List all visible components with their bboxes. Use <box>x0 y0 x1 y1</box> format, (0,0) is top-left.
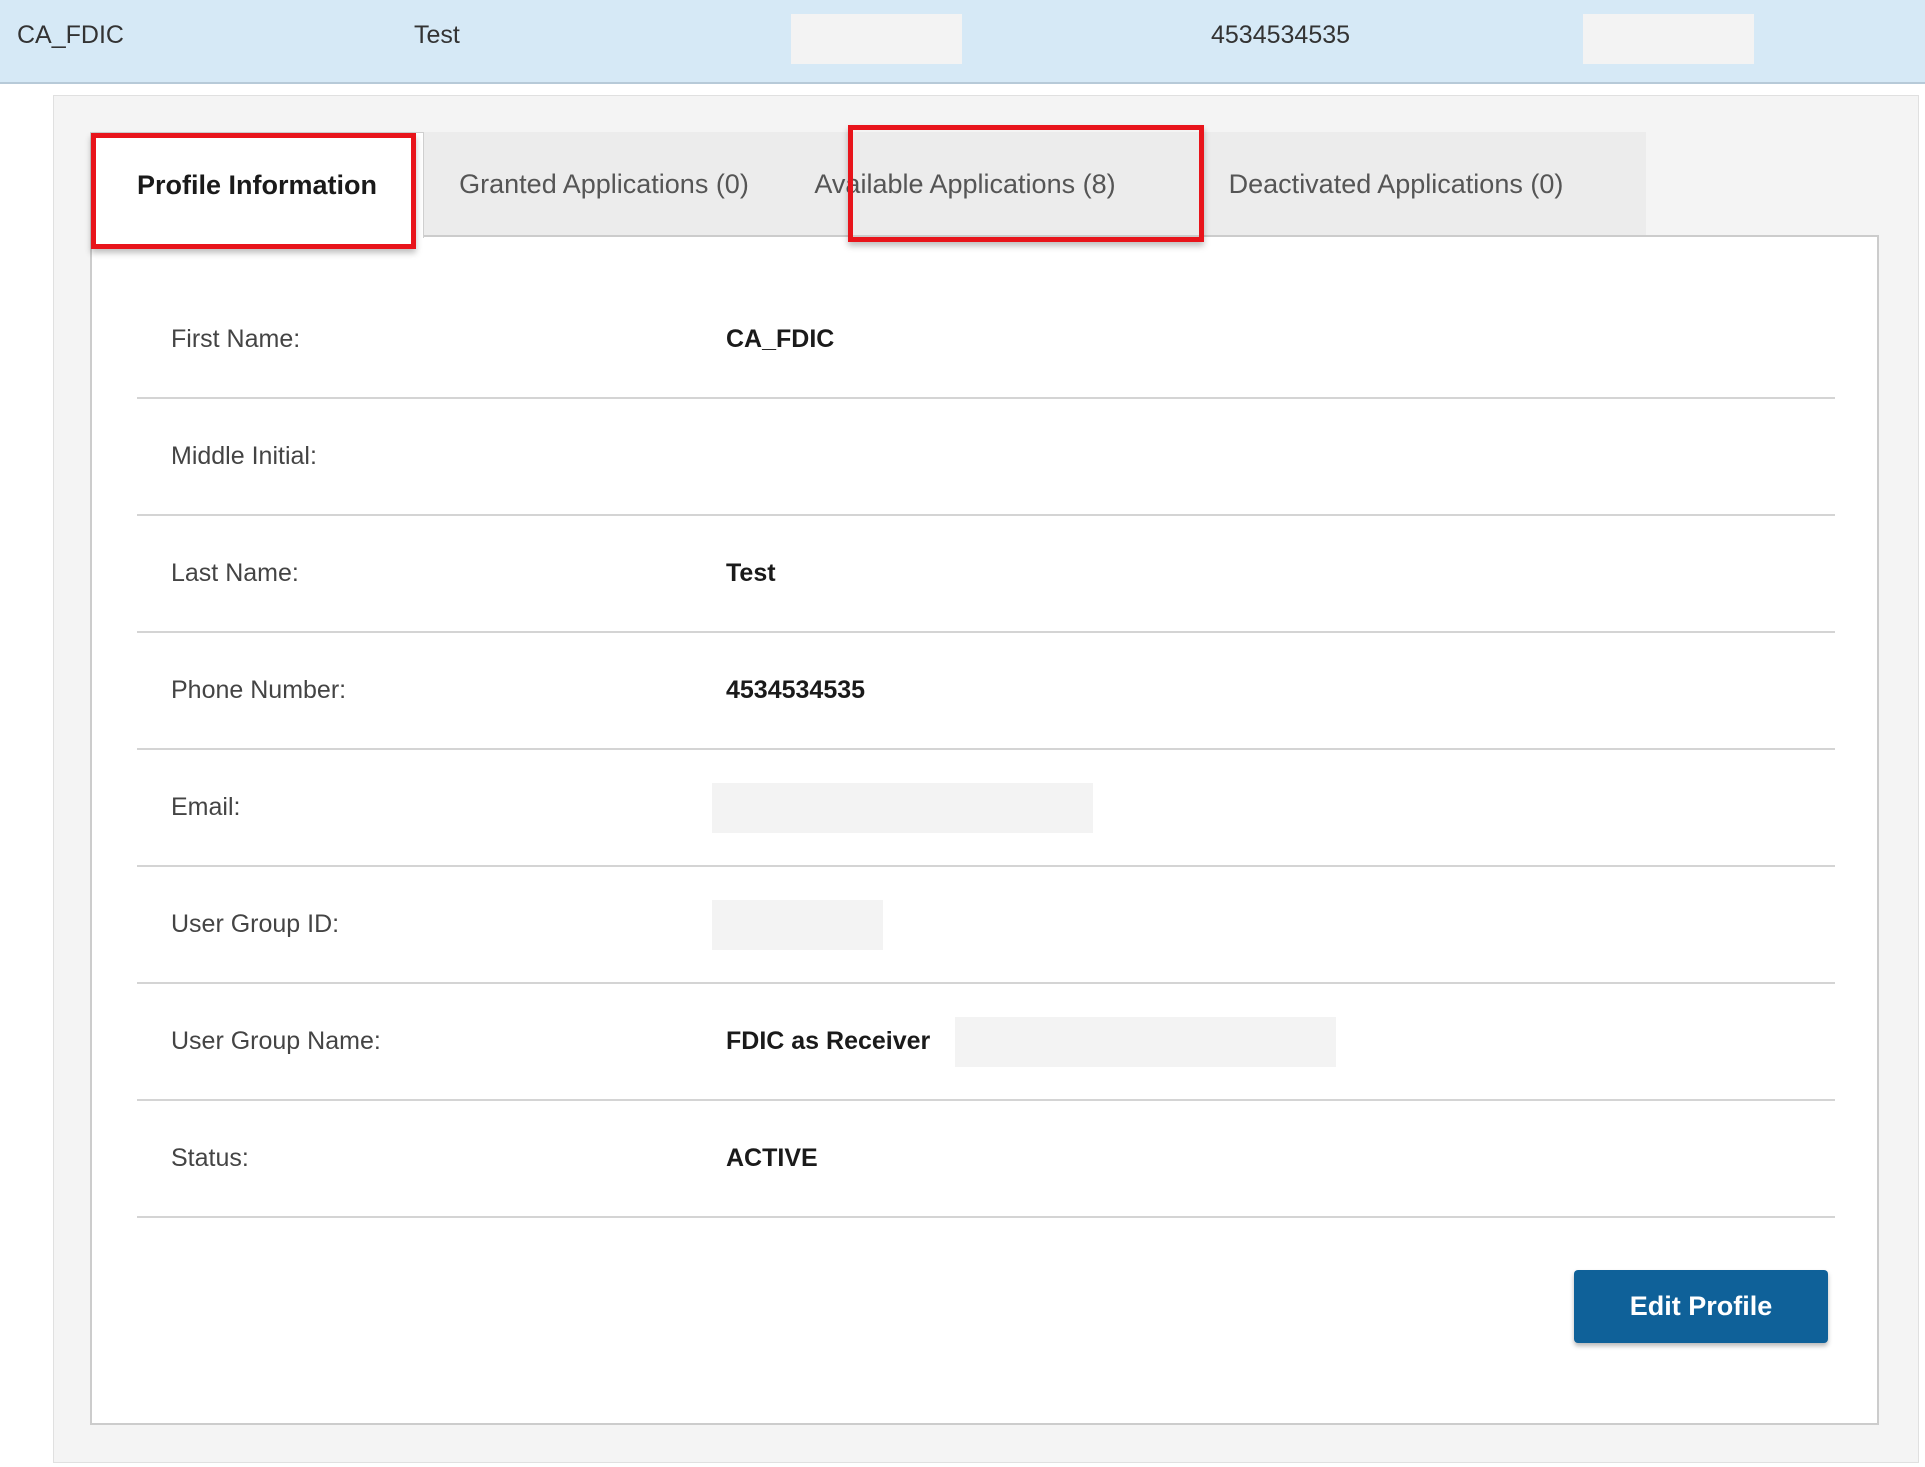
profile-row-first-name: First Name: CA_FDIC <box>137 282 1835 399</box>
profile-row-last-name: Last Name: Test <box>137 516 1835 633</box>
profile-row-phone-number: Phone Number: 4534534535 <box>137 633 1835 750</box>
email-redacted-value <box>712 783 1093 833</box>
tab-deactivated-applications[interactable]: Deactivated Applications (0) <box>1146 132 1646 236</box>
profile-row-middle-initial: Middle Initial: <box>137 399 1835 516</box>
summary-phone: 4534534535 <box>1211 21 1351 49</box>
summary-redacted-field <box>791 14 962 64</box>
user-group-id-redacted-value <box>712 900 883 950</box>
summary-redacted-field <box>1583 14 1754 64</box>
first-name-label: First Name: <box>171 325 301 353</box>
last-name-label: Last Name: <box>171 559 299 587</box>
user-group-name-redacted-value <box>955 1017 1336 1067</box>
user-group-name-label: User Group Name: <box>171 1027 381 1055</box>
profile-row-email: Email: <box>137 750 1835 867</box>
tab-granted-applications[interactable]: Granted Applications (0) <box>424 132 784 236</box>
tab-available-applications[interactable]: Available Applications (8) <box>784 132 1146 236</box>
phone-number-label: Phone Number: <box>171 676 347 704</box>
summary-last-name: Test <box>414 21 460 49</box>
user-summary-row[interactable]: CA_FDIC Test 4534534535 <box>0 0 1925 84</box>
user-group-name-value: FDIC as Receiver <box>726 1027 931 1055</box>
profile-content-card: First Name: CA_FDIC Middle Initial: Last… <box>90 235 1879 1425</box>
phone-number-value: 4534534535 <box>726 676 866 704</box>
tab-profile-information[interactable]: Profile Information <box>90 132 424 238</box>
status-value: ACTIVE <box>726 1144 818 1172</box>
status-label: Status: <box>171 1144 249 1172</box>
email-label: Email: <box>171 793 241 821</box>
profile-row-user-group-name: User Group Name: FDIC as Receiver <box>137 984 1835 1101</box>
tab-bar: Profile Information Granted Applications… <box>90 132 1646 238</box>
summary-first-name: CA_FDIC <box>17 21 124 49</box>
profile-field-list: First Name: CA_FDIC Middle Initial: Last… <box>137 282 1835 1218</box>
profile-row-status: Status: ACTIVE <box>137 1101 1835 1218</box>
first-name-value: CA_FDIC <box>726 325 835 353</box>
last-name-value: Test <box>726 559 776 587</box>
edit-profile-button[interactable]: Edit Profile <box>1574 1270 1828 1343</box>
profile-row-user-group-id: User Group ID: <box>137 867 1835 984</box>
user-group-id-label: User Group ID: <box>171 910 340 938</box>
middle-initial-label: Middle Initial: <box>171 442 317 470</box>
